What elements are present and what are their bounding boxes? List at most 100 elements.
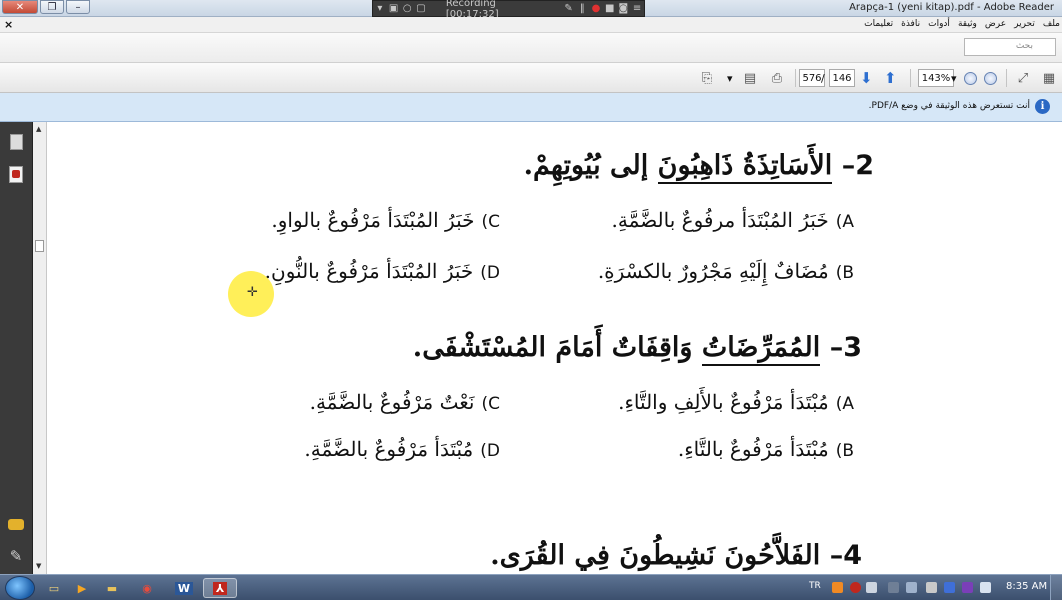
question-2-option-d: D) خَبَرُ المُبْتَدَأ مَرْفُوعٌ بالنُّونِ… <box>264 259 500 283</box>
read-mode-icon: ▦ <box>1042 70 1056 86</box>
page-separator: / <box>821 71 825 85</box>
scroll-thumb[interactable] <box>35 240 44 252</box>
question-2-option-b: B) مُضَافٌ إِلَيْهِ مَجْرُورٌ بالكسْرَةِ. <box>597 259 854 283</box>
comments-button[interactable] <box>7 514 25 534</box>
tray-signal-icon[interactable] <box>906 582 917 593</box>
explorer-icon: ▭ <box>48 581 60 595</box>
title-bar: ✕ ❐ – ▾ ▣ ○ ▢ Recording [00:17:32] ✎ ‖ ●… <box>0 0 1062 20</box>
fit-page-button[interactable]: ⤢ <box>1013 68 1033 88</box>
tray-volume-icon[interactable] <box>980 582 991 593</box>
taskbar-chrome[interactable]: ◉ <box>133 578 161 598</box>
previous-page-button[interactable]: ⬆ <box>884 68 897 88</box>
tray-bluetooth-icon[interactable] <box>944 582 955 593</box>
navigation-pane: ✎ <box>0 122 33 574</box>
question-2-underlined: الأَسَاتِذَةُ ذَاهِبُونَ <box>657 150 833 184</box>
dropdown-icon[interactable]: ▾ <box>373 3 387 14</box>
question-3: 3– المُمَرِّضَاتُ وَاقِفَاتٌ أَمَامَ الم… <box>413 332 862 366</box>
pdfa-info-bar: i أنت تستعرض هذه الوثيقة في وضع PDF/A. <box>0 93 1062 122</box>
print-icon: ⎙ <box>771 70 783 86</box>
fullscreen-icon[interactable]: ▢ <box>414 3 428 14</box>
question-3-underlined: المُمَرِّضَاتُ <box>701 332 821 366</box>
window-controls: ✕ ❐ – <box>2 0 92 14</box>
pages-icon <box>9 134 23 150</box>
taskbar-media-player[interactable]: ▶ <box>68 578 96 598</box>
save-copy-button[interactable]: ▤ <box>740 68 760 88</box>
system-clock[interactable]: 8:35 AM <box>1006 581 1047 592</box>
taskbar-folder[interactable]: ▬ <box>98 578 126 598</box>
print-button[interactable]: ⎙ <box>767 68 787 88</box>
zoom-field[interactable]: 143% <box>918 68 954 88</box>
recording-toolbar: ▾ ▣ ○ ▢ Recording [00:17:32] ✎ ‖ ● ■ ◙ ≡ <box>372 0 645 20</box>
main-toolbar: ⎘ ▾ ▤ ⎙ 576 / 146 ⬇ ⬆ 143% ▾ ⤢ ▦ <box>0 63 1062 93</box>
close-document-button[interactable]: × <box>4 18 13 31</box>
vertical-scrollbar[interactable]: ▲ ▼ <box>33 122 47 574</box>
attachments-button[interactable]: ✎ <box>7 546 25 566</box>
menu-document[interactable]: وثيقة <box>958 19 977 29</box>
arrow-up-icon: ⬆ <box>884 69 897 87</box>
search-row: بحث <box>0 33 1062 63</box>
next-page-button[interactable]: ⬇ <box>860 68 873 88</box>
taskbar-file-explorer[interactable]: ▭ <box>40 578 68 598</box>
zoom-out-button[interactable] <box>964 68 977 88</box>
question-3-option-c: C) نَعْتٌ مَرْفُوعٌ بالضَّمَّةِ. <box>309 390 500 414</box>
search-input[interactable]: بحث <box>964 38 1056 56</box>
page-thumbnails-button[interactable] <box>7 132 25 152</box>
tray-flag-icon[interactable] <box>888 582 899 593</box>
record-icon[interactable]: ● <box>589 3 603 14</box>
pdf-file-icon <box>9 165 23 183</box>
taskbar-adobe-reader[interactable]: ⅄ <box>203 578 237 598</box>
tray-monitor-icon[interactable] <box>866 582 877 593</box>
close-window-button[interactable]: ✕ <box>2 0 38 14</box>
question-2-option-c: C) خَبَرُ المُبْتَدَأ مَرْفُوعٌ بالواوِ. <box>271 208 500 232</box>
tray-usb-icon[interactable] <box>926 582 937 593</box>
options-dropdown-button[interactable]: ▾ <box>727 68 733 88</box>
minimize-window-button[interactable]: – <box>66 0 90 14</box>
language-indicator[interactable]: TR <box>809 581 821 591</box>
zoom-dropdown-button[interactable]: ▾ <box>951 68 957 88</box>
word-icon: W <box>174 581 194 595</box>
camera-icon[interactable]: ◙ <box>617 3 631 14</box>
adobe-reader-icon: ⅄ <box>212 581 228 595</box>
question-2: 2– الأَسَاتِذَةُ ذَاهِبُونَ إلى بُيُوتِه… <box>524 150 874 184</box>
share-button[interactable]: ⎘ <box>697 68 717 88</box>
scroll-down-icon[interactable]: ▼ <box>36 562 41 570</box>
question-3-option-d: D) مُبْتَدَأ مَرْفُوعٌ بالضَّمَّةِ. <box>304 437 500 461</box>
zoom-out-icon <box>964 71 977 85</box>
menu-help[interactable]: تعليمات <box>864 19 893 29</box>
chrome-icon: ◉ <box>142 581 152 595</box>
stop-icon[interactable]: ■ <box>603 3 617 14</box>
menu-file[interactable]: ملف <box>1043 19 1060 29</box>
search-icon[interactable]: ○ <box>400 3 414 14</box>
menu-edit[interactable]: تحرير <box>1014 19 1035 29</box>
taskbar-word[interactable]: W <box>170 578 198 598</box>
read-mode-button[interactable]: ▦ <box>1039 68 1059 88</box>
tray-app-icon[interactable] <box>832 582 843 593</box>
tray-onenote-icon[interactable] <box>962 582 973 593</box>
taskbar: ▭ ▶ ▬ ◉ W ⅄ TR 8:35 AM <box>0 574 1062 600</box>
pdfa-standards-button[interactable] <box>7 164 25 184</box>
tray-record-icon[interactable] <box>850 582 861 593</box>
show-desktop-button[interactable] <box>1050 575 1062 600</box>
minimize-icon: – <box>75 1 81 13</box>
chevron-down-icon: ▾ <box>951 71 957 85</box>
scroll-up-icon[interactable]: ▲ <box>36 125 41 133</box>
mouse-cursor-icon: ✛ <box>247 285 258 300</box>
menu-bar: × ملف تحرير عرض وثيقة أدوات نافذة تعليما… <box>0 17 1062 33</box>
pencil-icon[interactable]: ✎ <box>562 3 576 14</box>
toolbar-divider <box>795 69 796 87</box>
menu-view[interactable]: عرض <box>985 19 1006 29</box>
question-3-option-b: B) مُبْتَدَأ مَرْفُوعٌ بالتَّاءِ. <box>677 437 854 461</box>
media-player-icon: ▶ <box>77 581 87 595</box>
more-icon[interactable]: ≡ <box>630 3 644 14</box>
menu-tools[interactable]: أدوات <box>928 19 950 29</box>
zoom-in-button[interactable] <box>984 68 997 88</box>
question-3-option-a: A) مُبْتَدَأ مَرْفُوعٌ بالأَلِفِ والتَّاء… <box>618 390 854 414</box>
restore-window-button[interactable]: ❐ <box>40 0 64 14</box>
menu-window[interactable]: نافذة <box>901 19 920 29</box>
toolbar-divider <box>1006 69 1007 87</box>
window-icon[interactable]: ▣ <box>387 3 401 14</box>
fit-page-icon: ⤢ <box>1017 70 1029 86</box>
pause-icon[interactable]: ‖ <box>575 3 589 14</box>
info-message: أنت تستعرض هذه الوثيقة في وضع PDF/A. <box>868 101 1030 111</box>
start-button[interactable] <box>5 576 35 600</box>
